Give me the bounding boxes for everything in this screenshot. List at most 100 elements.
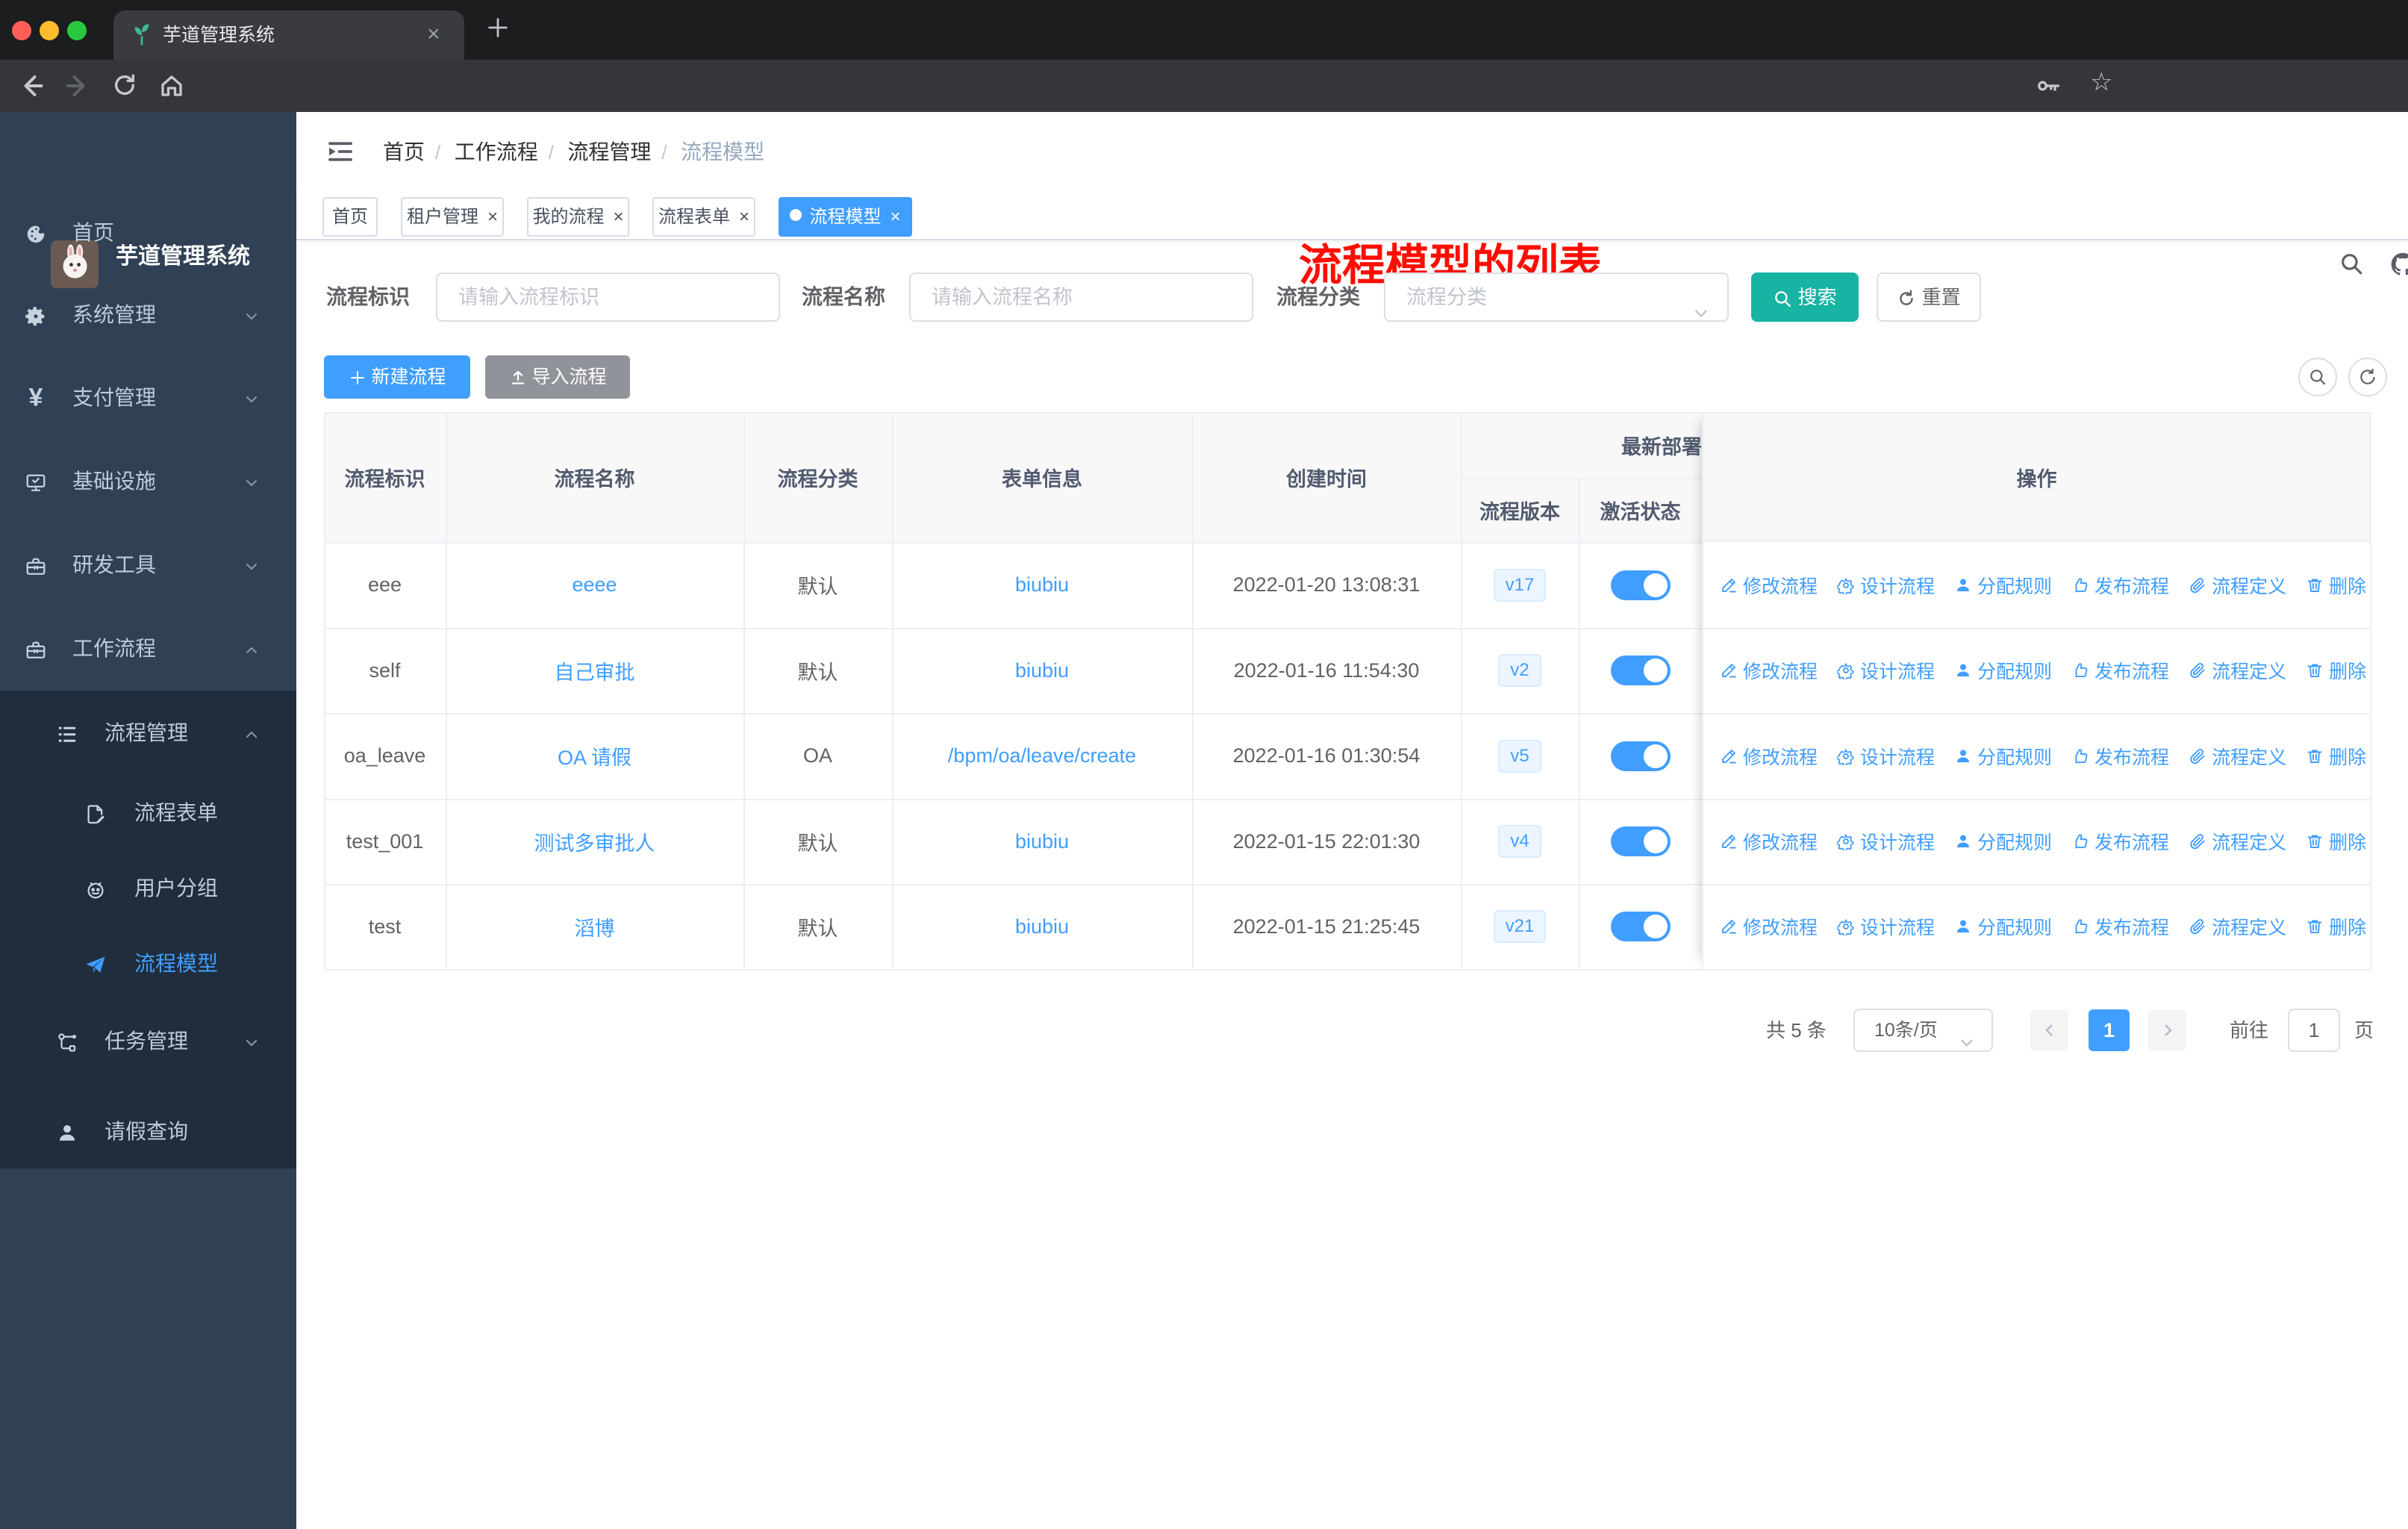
sidebar-item-12[interactable]: 请假查询 (0, 1094, 296, 1169)
action-definition-link[interactable]: 流程定义 (2189, 828, 2286, 855)
process-name-link[interactable]: eeee (446, 542, 743, 628)
active-toggle[interactable] (1610, 655, 1671, 685)
action-delete-link[interactable]: 删除 (2306, 572, 2366, 599)
search-button[interactable]: 搜索 (1751, 273, 1859, 322)
action-edit-link[interactable]: 修改流程 (1720, 743, 1818, 770)
refresh-table-button[interactable] (2348, 358, 2387, 396)
active-toggle[interactable] (1610, 826, 1671, 856)
action-publish-link[interactable]: 发布流程 (2071, 828, 2169, 855)
goto-page-input[interactable]: 1 (2288, 1009, 2340, 1052)
new-tab-button[interactable] (485, 15, 511, 40)
process-key-input[interactable]: 请输入流程标识 (436, 273, 780, 322)
sidebar-item-11[interactable]: 任务管理 (0, 1004, 296, 1079)
sidebar-item-1[interactable]: 首页 (0, 196, 296, 270)
action-assign-user-link[interactable]: 分配规则 (1954, 572, 2052, 599)
tag-close-icon[interactable]: × (890, 207, 900, 227)
tag-1[interactable]: 首页 (322, 197, 378, 237)
tag-2[interactable]: 租户管理 × (401, 197, 504, 237)
action-edit-link[interactable]: 修改流程 (1720, 572, 1818, 599)
sidebar-item-4[interactable]: 基础设施 (0, 444, 296, 519)
active-toggle[interactable] (1610, 741, 1671, 771)
action-edit-link[interactable]: 修改流程 (1720, 913, 1818, 940)
action-design-link[interactable]: 设计流程 (1837, 828, 1935, 855)
browser-tab[interactable]: 芋道管理系统 × (113, 10, 464, 60)
traffic-light-close[interactable] (12, 21, 31, 40)
toggle-search-button[interactable] (2298, 358, 2337, 396)
action-publish-link[interactable]: 发布流程 (2071, 913, 2169, 940)
action-assign-user-link[interactable]: 分配规则 (1954, 828, 2052, 855)
back-icon[interactable] (18, 72, 45, 99)
page-size-select[interactable]: 10条/页 (1853, 1009, 1993, 1052)
action-assign-user-link[interactable]: 分配规则 (1954, 913, 2052, 940)
home-icon[interactable] (158, 72, 185, 99)
bookmark-star-icon[interactable]: ☆ (2090, 67, 2112, 97)
action-publish-link[interactable]: 发布流程 (2071, 743, 2169, 770)
total-count: 共 5 条 (1766, 1019, 1827, 1041)
category-select[interactable]: 流程分类 (1384, 273, 1729, 322)
form-info-link[interactable]: biubiu (892, 884, 1192, 969)
forward-icon[interactable] (64, 72, 91, 99)
tag-close-icon[interactable]: × (487, 207, 498, 227)
action-definition-link[interactable]: 流程定义 (2189, 913, 2286, 940)
tag-close-icon[interactable]: × (739, 207, 749, 227)
action-assign-user-link[interactable]: 分配规则 (1954, 657, 2052, 684)
action-design-link[interactable]: 设计流程 (1837, 743, 1935, 770)
active-toggle[interactable] (1610, 570, 1671, 600)
process-name-input[interactable]: 请输入流程名称 (909, 273, 1253, 322)
form-info-link[interactable]: biubiu (892, 542, 1192, 628)
tag-close-icon[interactable]: × (613, 207, 623, 227)
breadcrumb-workflow[interactable]: 工作流程 (455, 140, 538, 164)
action-design-link[interactable]: 设计流程 (1837, 657, 1935, 684)
traffic-light-zoom[interactable] (67, 21, 87, 40)
tag-3[interactable]: 我的流程 × (527, 197, 629, 237)
sidebar-item-8[interactable]: 流程表单 (0, 776, 296, 850)
current-page-button[interactable]: 1 (2089, 1009, 2130, 1051)
action-definition-link[interactable]: 流程定义 (2189, 572, 2286, 599)
action-design-link[interactable]: 设计流程 (1837, 572, 1935, 599)
sidebar-item-3[interactable]: ¥ 支付管理 (0, 361, 296, 435)
breadcrumb-home[interactable]: 首页 (383, 140, 425, 164)
sidebar-item-7[interactable]: 流程管理 (0, 696, 296, 770)
action-edit-link[interactable]: 修改流程 (1720, 657, 1818, 684)
action-design-link[interactable]: 设计流程 (1837, 913, 1935, 940)
active-toggle[interactable] (1610, 912, 1671, 941)
process-name-link[interactable]: 滔博 (446, 884, 743, 969)
reload-icon[interactable] (112, 72, 137, 98)
sidebar-item-2[interactable]: 系统管理 (0, 278, 296, 352)
form-info-link[interactable]: biubiu (892, 628, 1192, 713)
form-info-link[interactable]: biubiu (892, 799, 1192, 884)
breadcrumb-process-mgmt[interactable]: 流程管理 (567, 140, 651, 164)
action-delete-link[interactable]: 删除 (2306, 913, 2366, 940)
tag-4[interactable]: 流程表单 × (652, 197, 755, 237)
action-delete-link[interactable]: 删除 (2306, 828, 2366, 855)
github-icon[interactable] (2389, 251, 2408, 278)
sidebar-item-5[interactable]: 研发工具 (0, 528, 296, 602)
action-publish-link[interactable]: 发布流程 (2071, 572, 2169, 599)
tag-5[interactable]: 流程模型 × (779, 197, 912, 237)
next-page-button[interactable] (2148, 1009, 2186, 1051)
prev-page-button[interactable] (2030, 1009, 2068, 1051)
process-name-link[interactable]: OA 请假 (446, 713, 743, 799)
import-process-button[interactable]: 导入流程 (485, 355, 630, 399)
sidebar-item-6[interactable]: 工作流程 (0, 611, 296, 686)
action-publish-link[interactable]: 发布流程 (2071, 657, 2169, 684)
process-name-link[interactable]: 自己审批 (446, 628, 743, 713)
tab-close-icon[interactable]: × (427, 10, 440, 58)
form-info-link[interactable]: /bpm/oa/leave/create (892, 713, 1192, 799)
create-process-button[interactable]: 新建流程 (324, 355, 470, 399)
sidebar-item-label: 流程表单 (134, 801, 219, 824)
action-assign-user-link[interactable]: 分配规则 (1954, 743, 2052, 770)
reset-button[interactable]: 重置 (1877, 273, 1981, 322)
action-delete-link[interactable]: 删除 (2306, 657, 2366, 684)
sidebar-item-9[interactable]: 用户分组 (0, 851, 296, 926)
sidebar-item-10[interactable]: 流程模型 (0, 927, 296, 1001)
process-name-link[interactable]: 测试多审批人 (446, 799, 743, 884)
action-edit-link[interactable]: 修改流程 (1720, 828, 1818, 855)
traffic-light-minimize[interactable] (40, 21, 59, 40)
key-icon[interactable] (2035, 72, 2062, 99)
search-icon[interactable] (2339, 251, 2364, 276)
action-definition-link[interactable]: 流程定义 (2189, 743, 2286, 770)
action-definition-link[interactable]: 流程定义 (2189, 657, 2286, 684)
collapse-sidebar-icon[interactable] (326, 137, 355, 166)
action-delete-link[interactable]: 删除 (2306, 743, 2366, 770)
